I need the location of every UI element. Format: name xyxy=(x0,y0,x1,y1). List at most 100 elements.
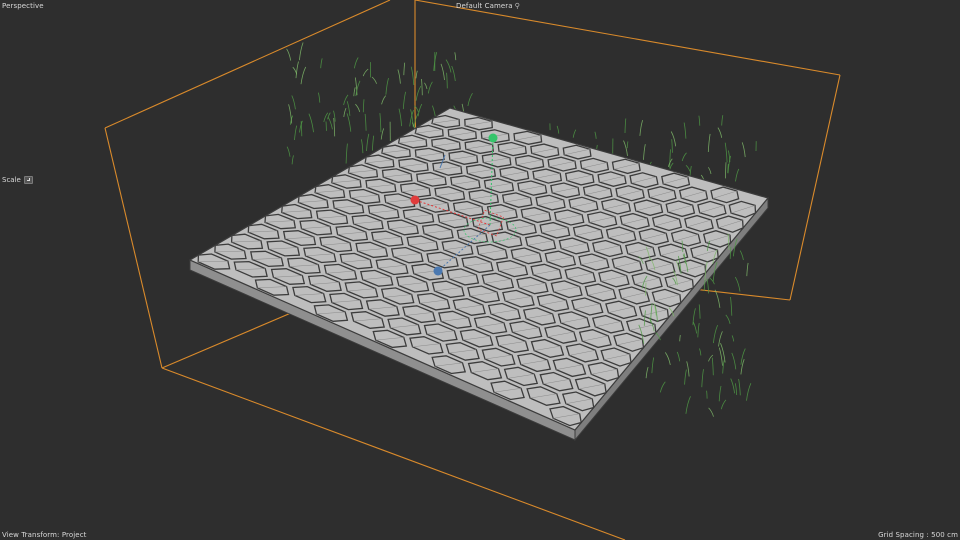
grass-strand xyxy=(669,162,674,170)
grass-strand xyxy=(572,129,577,138)
hexagon-tile-slab[interactable] xyxy=(188,107,770,442)
grass-strand xyxy=(288,104,293,124)
grass-strand xyxy=(683,122,687,139)
grass-strand xyxy=(701,369,704,388)
grass-strand xyxy=(698,304,701,319)
grass-strand xyxy=(738,378,741,396)
grass-strand xyxy=(728,150,731,162)
grass-strand xyxy=(286,146,291,157)
grass-strand xyxy=(735,168,740,182)
grass-strand xyxy=(626,141,629,149)
camera-icon: ⚲ xyxy=(514,2,520,10)
grass-strand xyxy=(446,72,448,89)
grass-strand xyxy=(624,118,627,134)
grass-strand xyxy=(440,63,445,81)
grass-strand xyxy=(734,383,738,396)
grass-strand xyxy=(372,135,375,151)
grass-strand xyxy=(698,115,701,126)
grass-strand xyxy=(725,314,731,324)
scale-control[interactable]: Scale xyxy=(2,176,33,184)
scale-label: Scale xyxy=(2,176,21,184)
grass-strand xyxy=(427,81,433,94)
grass-strand xyxy=(730,296,733,316)
grass-strand xyxy=(685,396,691,414)
grid-spacing-label: Grid Spacing : 500 cm xyxy=(878,531,958,539)
3d-viewport[interactable]: Perspective Default Camera ⚲ Scale View T… xyxy=(0,0,960,540)
scale-dropdown-icon[interactable] xyxy=(23,176,33,184)
grass-strand xyxy=(343,107,347,117)
grass-strand xyxy=(746,383,752,401)
grass-strand xyxy=(385,77,389,95)
grass-strand xyxy=(718,385,722,402)
grass-strand xyxy=(320,58,323,69)
grass-strand xyxy=(291,155,294,165)
grass-strand xyxy=(708,407,714,417)
grass-strand xyxy=(746,262,749,277)
grass-strand xyxy=(286,48,292,61)
grass-strand xyxy=(697,323,700,338)
grass-strand xyxy=(686,361,690,377)
grass-strand xyxy=(734,276,741,292)
grass-strand xyxy=(713,324,718,344)
grass-strand xyxy=(354,57,359,69)
grass-strand xyxy=(415,70,418,79)
grass-strand xyxy=(623,140,628,156)
grass-strand xyxy=(722,360,725,374)
grass-strand xyxy=(721,115,724,126)
grass-strand xyxy=(402,91,406,110)
grass-strand xyxy=(417,103,423,117)
viewport-camera-label[interactable]: Default Camera ⚲ xyxy=(456,2,520,10)
grass-strand xyxy=(333,117,336,137)
grass-strand xyxy=(720,399,727,410)
grass-strand xyxy=(346,113,352,132)
grass-strand xyxy=(403,62,406,76)
grass-strand xyxy=(433,51,438,71)
viewport-scene[interactable] xyxy=(0,0,960,540)
grass-strand xyxy=(398,108,402,127)
view-transform-label: View Transform: Project xyxy=(2,531,87,539)
grass-strand xyxy=(299,42,304,61)
grass-strand xyxy=(300,66,307,85)
grass-strand xyxy=(699,348,702,356)
grass-strand xyxy=(692,321,697,334)
x-handle[interactable] xyxy=(410,195,420,205)
grass-strand xyxy=(362,68,369,77)
grass-strand xyxy=(291,95,296,110)
grass-strand xyxy=(720,343,726,363)
grass-strand xyxy=(381,95,387,105)
grass-strand xyxy=(681,152,687,162)
grass-strand xyxy=(454,52,457,61)
viewport-projection-label[interactable]: Perspective xyxy=(2,2,44,10)
grass-strand xyxy=(364,113,367,131)
grass-strand xyxy=(353,87,356,97)
grass-strand xyxy=(318,92,321,103)
bbox-edge xyxy=(104,127,163,369)
grass-strand xyxy=(467,92,473,107)
grass-strand xyxy=(718,331,723,347)
grass-strand xyxy=(361,139,364,154)
grass-strand xyxy=(645,366,649,379)
grass-strand xyxy=(664,352,671,365)
grass-strand xyxy=(327,117,333,130)
z-handle[interactable] xyxy=(433,266,443,276)
y-handle[interactable] xyxy=(488,133,498,143)
grass-strand xyxy=(669,149,671,168)
grass-strand xyxy=(294,125,298,141)
grass-strand xyxy=(643,144,646,160)
grass-strand xyxy=(343,94,349,106)
grass-strand xyxy=(739,250,744,261)
grass-strand xyxy=(445,59,452,73)
grass-strand xyxy=(346,101,351,116)
grass-strand xyxy=(451,65,456,82)
grass-strand xyxy=(308,113,314,133)
grass-strand xyxy=(724,142,728,163)
grass-strand xyxy=(730,378,735,394)
bbox-edge xyxy=(414,0,841,76)
grass-strand xyxy=(366,133,370,152)
grass-strand xyxy=(371,76,377,84)
grass-strand xyxy=(717,127,723,138)
grass-strand xyxy=(424,82,428,89)
grass-strand xyxy=(671,139,673,153)
grass-strand xyxy=(676,351,681,362)
grass-strand xyxy=(711,357,714,376)
